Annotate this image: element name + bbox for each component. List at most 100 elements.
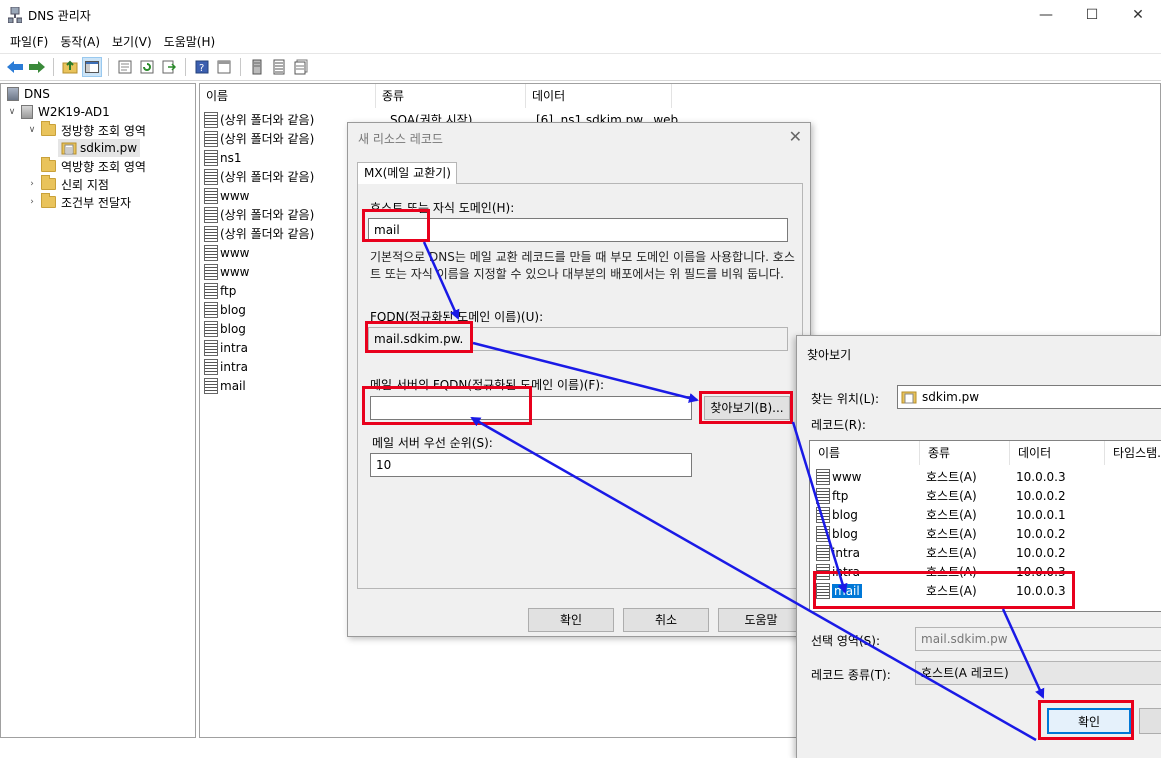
menu-view[interactable]: 보기(V): [106, 33, 158, 50]
help-button[interactable]: 도움말: [718, 608, 804, 632]
list-item[interactable]: ns1: [204, 148, 242, 167]
server-icon[interactable]: [247, 57, 267, 77]
console-tree[interactable]: DNS ∨ W2K19-AD1 ∨ 정방향 조회 영역 sdkim.pw 역방향…: [0, 83, 196, 738]
list-item[interactable]: (상위 폴더와 같음): [204, 224, 314, 243]
help-icon[interactable]: ?: [192, 57, 212, 77]
record-name: www: [220, 245, 250, 260]
record-type-label: 레코드 종류(T):: [811, 668, 891, 682]
tree-item-forward-zone[interactable]: ∨ 정방향 조회 영역: [27, 121, 146, 139]
record-icon: [204, 377, 218, 394]
record-type-select[interactable]: 호스트(A 레코드): [915, 661, 1161, 685]
record-name: (상위 폴더와 같음): [220, 132, 315, 146]
listbox-item[interactable]: www 호스트(A) 10.0.0.3: [816, 467, 1156, 486]
properties-icon[interactable]: [115, 57, 135, 77]
record-copy-icon[interactable]: [291, 57, 311, 77]
list-item[interactable]: blog: [204, 319, 246, 338]
maximize-button[interactable]: ☐: [1069, 0, 1115, 30]
toolbar-separator: [53, 58, 54, 76]
ok-button[interactable]: 확인: [528, 608, 614, 632]
list-item[interactable]: blog: [204, 300, 246, 319]
column-header-name[interactable]: 이름: [810, 441, 920, 465]
zone-icon: [901, 390, 917, 404]
column-header-type[interactable]: 종류: [920, 441, 1010, 465]
record-name: www: [832, 469, 862, 484]
column-header-timestamp[interactable]: 타임스탬...: [1105, 441, 1161, 465]
priority-input[interactable]: 10: [370, 453, 692, 477]
close-icon[interactable]: ✕: [789, 127, 802, 146]
look-in-label: 찾는 위치(L):: [811, 392, 880, 406]
tab-mx[interactable]: MX(메일 교환기): [357, 162, 457, 184]
list-item[interactable]: intra: [204, 338, 248, 357]
listbox-item[interactable]: ftp 호스트(A) 10.0.0.2: [816, 486, 1156, 505]
tree-item-zone-sdkim[interactable]: sdkim.pw: [58, 139, 141, 157]
record-data: 10.0.0.2: [1016, 488, 1066, 503]
chevron-right-icon[interactable]: ›: [27, 197, 37, 207]
menu-help[interactable]: 도움말(H): [158, 33, 222, 50]
listbox-item[interactable]: intra 호스트(A) 10.0.0.2: [816, 543, 1156, 562]
listbox-item[interactable]: blog 호스트(A) 10.0.0.1: [816, 505, 1156, 524]
record-icon: [204, 149, 218, 166]
chevron-down-icon[interactable]: ∨: [7, 107, 17, 117]
highlight-host-input: [362, 209, 430, 242]
tree-item-trust-points[interactable]: › 신뢰 지점: [27, 175, 109, 193]
column-header-data[interactable]: 데이터: [1010, 441, 1105, 465]
menu-action[interactable]: 동작(A): [54, 33, 106, 50]
up-folder-icon[interactable]: [60, 57, 80, 77]
record-type: 호스트(A): [926, 508, 977, 522]
record-type: 호스트(A): [926, 527, 977, 541]
list-item[interactable]: www: [204, 243, 249, 262]
tree-item-dns[interactable]: DNS: [7, 85, 50, 103]
description-text: 기본적으로 DNS는 메일 교환 레코드를 만들 때 부모 도메인 이름을 사용…: [370, 250, 795, 281]
listbox-item[interactable]: blog 호스트(A) 10.0.0.2: [816, 524, 1156, 543]
list-item[interactable]: ftp: [204, 281, 236, 300]
record-type: 호스트(A): [926, 470, 977, 484]
list-item[interactable]: www: [204, 262, 249, 281]
record-data: 10.0.0.2: [1016, 526, 1066, 541]
list-item[interactable]: (상위 폴더와 같음) SOA(권한 시작) [6], ns1.sdkim.pw.,…: [204, 110, 682, 129]
tree-item-server[interactable]: ∨ W2K19-AD1: [7, 103, 110, 121]
record-data: 10.0.0.2: [1016, 545, 1066, 560]
list-item[interactable]: (상위 폴더와 같음): [204, 205, 314, 224]
selection-field: mail.sdkim.pw: [915, 627, 1161, 651]
chevron-right-icon[interactable]: ›: [27, 179, 37, 189]
look-in-combo[interactable]: sdkim.pw: [897, 385, 1161, 409]
record-name: (상위 폴더와 같음): [220, 170, 315, 184]
column-header-data[interactable]: 데이터: [526, 84, 672, 108]
export-list-icon[interactable]: [159, 57, 179, 77]
dialog-title: 찾아보기: [807, 348, 852, 362]
back-arrow-icon[interactable]: [5, 57, 25, 77]
cancel-button[interactable]: [1139, 708, 1161, 734]
record-icon: [204, 358, 218, 375]
record-name: www: [220, 264, 250, 279]
record-name: blog: [220, 321, 246, 336]
tree-item-reverse-zone[interactable]: 역방향 조회 영역: [41, 157, 146, 175]
list-item[interactable]: www: [204, 186, 249, 205]
record-name: (상위 폴더와 같음): [220, 113, 315, 127]
list-item[interactable]: mail: [204, 376, 246, 395]
list-item[interactable]: (상위 폴더와 같음): [204, 167, 314, 186]
cancel-button[interactable]: 취소: [623, 608, 709, 632]
tree-item-label: DNS: [24, 87, 50, 101]
toolbar-separator: [185, 58, 186, 76]
close-button[interactable]: ✕: [1115, 0, 1161, 30]
minimize-button[interactable]: —: [1023, 0, 1069, 30]
folder-icon: [41, 157, 56, 172]
menu-file[interactable]: 파일(F): [4, 33, 54, 50]
list-item[interactable]: intra: [204, 357, 248, 376]
column-header-name[interactable]: 이름: [200, 84, 376, 108]
forward-arrow-icon[interactable]: [27, 57, 47, 77]
host-input[interactable]: mail: [368, 218, 788, 242]
column-header-type[interactable]: 종류: [376, 84, 526, 108]
folder-icon: [41, 193, 56, 208]
chevron-down-icon[interactable]: ∨: [27, 125, 37, 135]
list-item[interactable]: (상위 폴더와 같음): [204, 129, 314, 148]
record-icon: [204, 320, 218, 337]
refresh-icon[interactable]: [137, 57, 157, 77]
console-view-icon[interactable]: [214, 57, 234, 77]
tree-item-conditional-forwarders[interactable]: › 조건부 전달자: [27, 193, 131, 211]
highlight-browse-button: [699, 391, 793, 424]
record-list-icon[interactable]: [269, 57, 289, 77]
zone-icon: [61, 140, 77, 156]
record-icon: [816, 544, 830, 561]
show-hide-console-tree-icon[interactable]: [82, 57, 102, 77]
